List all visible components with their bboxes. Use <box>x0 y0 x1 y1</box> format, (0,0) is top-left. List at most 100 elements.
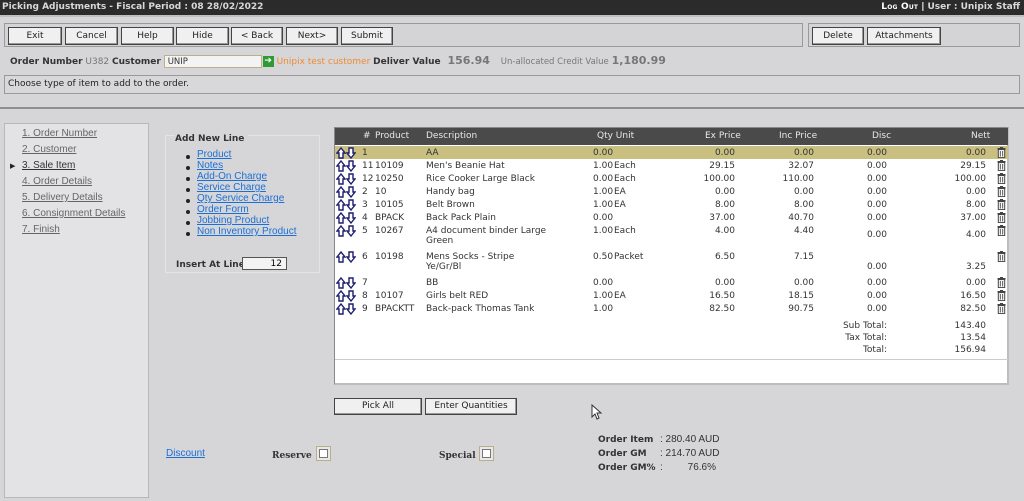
add-order-form-link[interactable]: Order Form <box>197 204 249 215</box>
add-qty-service-charge-link[interactable]: Qty Service Charge <box>197 193 284 204</box>
move-down-icon[interactable] <box>346 186 356 198</box>
delete-line-icon[interactable] <box>997 160 1006 172</box>
delete-line-icon[interactable] <box>997 147 1006 159</box>
delete-line-icon[interactable] <box>997 225 1006 237</box>
insert-at-line-input[interactable] <box>242 257 287 270</box>
row-number: 9 <box>362 304 368 314</box>
col-inc-price[interactable]: Inc Price <box>779 128 817 145</box>
exit-button[interactable]: Exit <box>8 27 62 45</box>
table-row[interactable]: 5 10267 A4 document binder Large Green 1.00 E… <box>335 224 1008 250</box>
logout-link[interactable]: Log Out <box>881 2 918 12</box>
delete-line-icon[interactable] <box>997 251 1006 263</box>
attachments-button[interactable]: Attachments <box>867 27 941 45</box>
add-non-inventory-product-link[interactable]: Non Inventory Product <box>197 226 297 237</box>
pick-all-button[interactable]: Pick All <box>334 398 422 415</box>
move-up-icon[interactable] <box>336 173 346 185</box>
move-up-icon[interactable] <box>336 251 346 263</box>
next-button[interactable]: Next> <box>286 27 338 45</box>
delete-line-icon[interactable] <box>997 173 1006 185</box>
table-row[interactable]: 1 AA 0.00 0.00 0.00 0.00 0.00 <box>335 146 1008 159</box>
table-row[interactable]: 4 BPACK Back Pack Plain 0.00 37.00 40.70 0.00 3… <box>335 211 1008 224</box>
move-down-icon[interactable] <box>346 212 356 224</box>
table-row[interactable]: 11 10109 Men's Beanie Hat 1.00 Each 29.15 32.0… <box>335 159 1008 172</box>
col-nett[interactable]: Nett <box>971 128 990 145</box>
row-discount: 0.00 <box>866 304 887 314</box>
add-service-charge-link[interactable]: Service Charge <box>197 182 266 193</box>
add-jobbing-product-link[interactable]: Jobbing Product <box>197 215 269 226</box>
table-row[interactable]: 9 BPACKTT Back-pack Thomas Tank 1.00 82.50 90… <box>335 302 1008 315</box>
cancel-button[interactable]: Cancel <box>65 27 118 45</box>
order-gm-value: : 214.70 AUD <box>660 448 720 459</box>
help-button[interactable]: Help <box>121 27 174 45</box>
move-down-icon[interactable] <box>346 277 356 289</box>
delete-line-icon[interactable] <box>997 212 1006 224</box>
move-up-icon[interactable] <box>336 160 346 172</box>
table-row[interactable]: 2 10 Handy bag 1.00 EA 0.00 0.00 0.00 0.00 <box>335 185 1008 198</box>
delete-line-icon[interactable] <box>997 303 1006 315</box>
move-up-icon[interactable] <box>336 303 346 315</box>
hide-button[interactable]: Hide <box>176 27 229 45</box>
table-row[interactable]: 6 10198 Mens Socks - Stripe Ye/Gr/Bl 0.50 Pac… <box>335 250 1008 276</box>
col-ex-price[interactable]: Ex Price <box>705 128 741 145</box>
row-qty: 0.00 <box>593 174 614 184</box>
back-button[interactable]: < Back <box>231 27 283 45</box>
col-num[interactable]: # <box>363 128 371 145</box>
col-description[interactable]: Description <box>426 128 477 145</box>
special-label: Special <box>439 451 476 461</box>
row-product-code: 10105 <box>375 200 404 210</box>
table-row[interactable]: 8 10107 Girls belt RED 1.00 EA 16.50 18.15 0.00… <box>335 289 1008 302</box>
bullet-icon <box>186 210 190 214</box>
green-arrow-icon[interactable]: ➔ <box>262 56 274 67</box>
enter-quantities-button[interactable]: Enter Quantities <box>425 398 517 415</box>
table-row[interactable]: 7 BB 0.00 0.00 0.00 0.00 0.00 <box>335 276 1008 289</box>
col-product[interactable]: Product <box>375 128 409 145</box>
col-disc[interactable]: Disc <box>872 128 891 145</box>
delete-button[interactable]: Delete <box>812 27 864 45</box>
move-up-icon[interactable] <box>336 186 346 198</box>
move-down-icon[interactable] <box>346 251 356 263</box>
col-qty-unit[interactable]: Qty Unit <box>597 128 634 145</box>
move-down-icon[interactable] <box>346 290 356 302</box>
move-up-icon[interactable] <box>336 199 346 211</box>
reserve-checkbox[interactable] <box>316 446 331 461</box>
row-number: 6 <box>362 252 368 262</box>
row-nett: 0.00 <box>965 187 986 197</box>
move-up-icon[interactable] <box>336 277 346 289</box>
move-down-icon[interactable] <box>346 147 356 159</box>
move-up-icon[interactable] <box>336 290 346 302</box>
customer-input[interactable] <box>163 55 262 68</box>
add-product-link[interactable]: Product <box>197 149 231 160</box>
step-order-number[interactable]: 1. Order Number <box>22 128 97 139</box>
order-item-value: : 280.40 AUD <box>660 434 720 445</box>
table-row[interactable]: 12 10250 Rice Cooker Large Black 0.00 Each 10… <box>335 172 1008 185</box>
add-notes-link[interactable]: Notes <box>197 160 223 171</box>
move-down-icon[interactable] <box>346 173 356 185</box>
step-consignment-details[interactable]: 6. Consignment Details <box>22 208 125 219</box>
move-down-icon[interactable] <box>346 303 356 315</box>
submit-button[interactable]: Submit <box>341 27 393 45</box>
table-row[interactable]: 3 10105 Belt Brown 1.00 EA 8.00 8.00 0.00 8.00 <box>335 198 1008 211</box>
discount-link[interactable]: Discount <box>166 448 205 459</box>
step-sale-item[interactable]: 3. Sale Item <box>22 160 75 171</box>
move-down-icon[interactable] <box>346 225 356 237</box>
delete-line-icon[interactable] <box>997 277 1006 289</box>
move-down-icon[interactable] <box>346 160 356 172</box>
move-up-icon[interactable] <box>336 147 346 159</box>
delete-line-icon[interactable] <box>997 290 1006 302</box>
step-delivery-details[interactable]: 5. Delivery Details <box>22 192 103 203</box>
move-up-icon[interactable] <box>336 212 346 224</box>
step-customer[interactable]: 2. Customer <box>22 144 76 155</box>
delete-line-icon[interactable] <box>997 199 1006 211</box>
sub-total-row: Sub Total: 143.40 <box>335 321 1008 333</box>
step-finish[interactable]: 7. Finish <box>22 224 60 235</box>
move-up-icon[interactable] <box>336 225 346 237</box>
delete-line-icon[interactable] <box>997 186 1006 198</box>
add-addon-charge-link[interactable]: Add-On Charge <box>197 171 267 182</box>
row-nett: 4.00 <box>965 230 986 240</box>
reserve-label: Reserve <box>272 451 312 461</box>
move-down-icon[interactable] <box>346 199 356 211</box>
step-order-details[interactable]: 4. Order Details <box>22 176 92 187</box>
row-inc-price: 0.00 <box>793 278 814 288</box>
special-checkbox[interactable] <box>479 446 494 461</box>
row-qty: 1.00 <box>593 200 614 210</box>
